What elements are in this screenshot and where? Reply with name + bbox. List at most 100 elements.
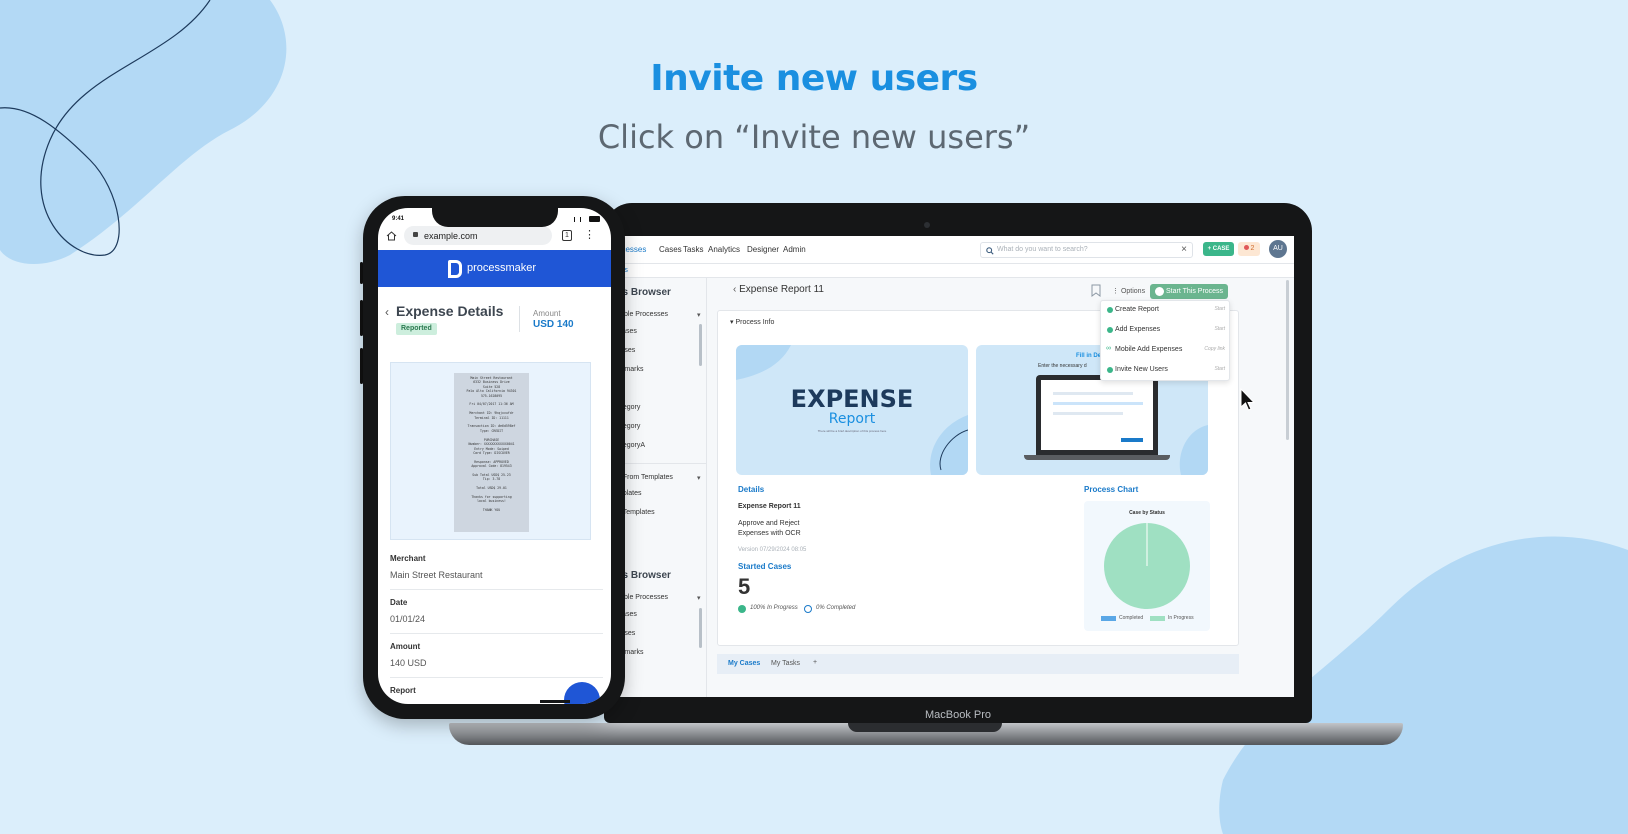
more-vertical-icon[interactable]: ⋮ bbox=[584, 228, 595, 241]
tabs-count-button[interactable]: 1 bbox=[562, 230, 572, 241]
phone-status-icons bbox=[574, 216, 604, 222]
receipt-text: Main Street Restaurant 6332 Business Dri… bbox=[466, 376, 517, 513]
play-circle-icon bbox=[1107, 327, 1113, 333]
field-value-amount[interactable]: 140 USD bbox=[390, 658, 427, 668]
nav-cases[interactable]: Cases bbox=[659, 245, 682, 254]
mini-button bbox=[1121, 438, 1143, 442]
mini-form-line bbox=[1053, 392, 1133, 395]
field-label-amount: Amount bbox=[390, 642, 421, 651]
process-title-bar: ‹ Expense Report 11 bbox=[733, 284, 824, 295]
receipt-image-frame[interactable]: Main Street Restaurant 6332 Business Dri… bbox=[390, 362, 591, 540]
dropdown-item-action: Start bbox=[1214, 366, 1225, 372]
dropdown-item-label: Create Report bbox=[1115, 306, 1159, 313]
nav-admin[interactable]: Admin bbox=[783, 245, 806, 254]
lock-icon bbox=[413, 232, 418, 237]
status-badge: Reported bbox=[396, 323, 437, 335]
in-progress-label: 100% In Progress bbox=[750, 605, 798, 611]
nav-tasks[interactable]: Tasks bbox=[683, 245, 703, 254]
legend-label-completed: Completed bbox=[1119, 615, 1144, 621]
details-version: Version 07/29/2024 08:05 bbox=[738, 547, 807, 553]
field-value-date[interactable]: 01/01/24 bbox=[390, 614, 425, 624]
process-info-toggle[interactable]: ▾ Process Info bbox=[730, 318, 774, 326]
tab-my-cases[interactable]: My Cases bbox=[728, 660, 760, 667]
process-thumbnail-expense: EXPENSE Report There will be a brief des… bbox=[736, 345, 968, 475]
dropdown-item-mobile-add-expenses[interactable]: ∞ Mobile Add Expenses Copy link bbox=[1101, 341, 1231, 360]
breadcrumb-bar: ses bbox=[617, 264, 1294, 278]
divider bbox=[390, 589, 603, 590]
thumbnail-note: There will be a brief description of thi… bbox=[817, 429, 887, 433]
bookmark-icon[interactable] bbox=[1091, 284, 1101, 297]
thumbnail-title: EXPENSE bbox=[790, 385, 914, 413]
legend-swatch-completed bbox=[1101, 616, 1116, 621]
details-description: Expenses with OCR bbox=[738, 530, 801, 537]
dropdown-item-add-expenses[interactable]: Add Expenses Start bbox=[1101, 321, 1231, 340]
user-avatar[interactable]: AU bbox=[1269, 240, 1287, 258]
laptop-mini-base bbox=[1024, 455, 1170, 460]
dropdown-item-create-report[interactable]: Create Report Start bbox=[1101, 301, 1231, 320]
page-subtitle: Click on “Invite new users” bbox=[597, 118, 1031, 156]
notifications-button[interactable]: 2 bbox=[1238, 242, 1260, 256]
chevron-down-icon[interactable]: ▾ bbox=[697, 594, 701, 602]
browser-group-templates[interactable]: d From Templates bbox=[617, 474, 673, 481]
new-case-button[interactable]: + CASE bbox=[1203, 242, 1234, 256]
chevron-down-icon[interactable]: ▾ bbox=[697, 311, 701, 319]
field-label-date: Date bbox=[390, 598, 408, 607]
mini-form-line bbox=[1053, 402, 1143, 405]
url-input[interactable]: example.com bbox=[404, 226, 552, 245]
details-name: Expense Report 11 bbox=[738, 503, 801, 510]
phone-bottom-bar bbox=[540, 700, 570, 703]
nav-analytics[interactable]: Analytics bbox=[708, 245, 740, 254]
dropdown-item-label: Mobile Add Expenses bbox=[1115, 346, 1183, 353]
chevron-down-icon[interactable]: ▾ bbox=[697, 474, 701, 482]
home-icon[interactable] bbox=[386, 231, 397, 241]
legend-swatch-in-progress bbox=[1150, 616, 1165, 621]
add-tab-button[interactable]: + bbox=[813, 659, 817, 666]
tab-my-tasks[interactable]: My Tasks bbox=[771, 660, 800, 667]
back-chevron-icon[interactable]: ‹ bbox=[733, 284, 736, 295]
link-icon: ∞ bbox=[1106, 345, 1111, 352]
back-chevron-icon[interactable]: ‹ bbox=[385, 305, 389, 319]
mini-form-line bbox=[1053, 412, 1123, 415]
nav-designer[interactable]: Designer bbox=[747, 245, 779, 254]
laptop-mini-illustration bbox=[1036, 375, 1158, 455]
options-button[interactable]: ⋮ Options bbox=[1112, 287, 1145, 295]
signal-icon bbox=[574, 217, 581, 222]
processmaker-logo-icon bbox=[448, 260, 462, 278]
dropdown-item-invite-new-users[interactable]: Invite New Users Start bbox=[1101, 361, 1231, 380]
browser-title: ss Browser bbox=[617, 570, 671, 581]
laptop-brand-label: MacBook Pro bbox=[924, 709, 992, 721]
start-process-dropdown: Create Report Start Add Expenses Start ∞… bbox=[1100, 300, 1230, 381]
browser-scrollbar[interactable] bbox=[699, 324, 702, 366]
field-label-merchant: Merchant bbox=[390, 554, 426, 563]
search-placeholder: What do you want to search? bbox=[997, 246, 1088, 253]
laptop-camera bbox=[924, 222, 930, 228]
browser-scrollbar[interactable] bbox=[699, 608, 702, 648]
phone-status-time: 9:41 bbox=[392, 216, 405, 222]
field-value-merchant[interactable]: Main Street Restaurant bbox=[390, 570, 483, 580]
process-chart-card: Case by Status Completed In Progress bbox=[1084, 501, 1210, 631]
options-label: Options bbox=[1120, 288, 1146, 295]
search-clear-icon[interactable]: × bbox=[1181, 244, 1187, 255]
amount-value: USD 140 bbox=[533, 319, 574, 330]
chart-title: Case by Status bbox=[1129, 510, 1165, 516]
more-vertical-icon: ⋮ bbox=[1112, 288, 1119, 295]
phone-screen: 9:41 example.com 1 ⋮ processmaker ‹ Expe… bbox=[378, 208, 611, 704]
details-heading: Details bbox=[738, 485, 765, 494]
process-title: Expense Report 11 bbox=[739, 284, 824, 295]
process-info-label: Process Info bbox=[735, 319, 775, 326]
process-chart-heading: Process Chart bbox=[1084, 485, 1139, 494]
dropdown-item-action: Copy link bbox=[1204, 346, 1225, 352]
start-process-button[interactable]: Start This Process bbox=[1150, 284, 1228, 299]
battery-icon bbox=[589, 216, 600, 222]
divider bbox=[519, 306, 520, 332]
mouse-cursor-icon bbox=[1240, 388, 1256, 411]
divider bbox=[617, 463, 707, 464]
in-progress-dot-icon bbox=[738, 605, 746, 613]
started-cases-heading: Started Cases bbox=[738, 562, 792, 571]
thumbnail-subtitle: Report bbox=[828, 411, 876, 427]
brand-header: processmaker bbox=[378, 250, 611, 287]
main-scrollbar[interactable] bbox=[1286, 280, 1289, 440]
dropdown-item-action: Start bbox=[1214, 306, 1225, 312]
app-topbar: ocesses Cases Tasks Analytics Designer A… bbox=[617, 236, 1294, 264]
search-input[interactable]: What do you want to search? × bbox=[980, 242, 1193, 258]
